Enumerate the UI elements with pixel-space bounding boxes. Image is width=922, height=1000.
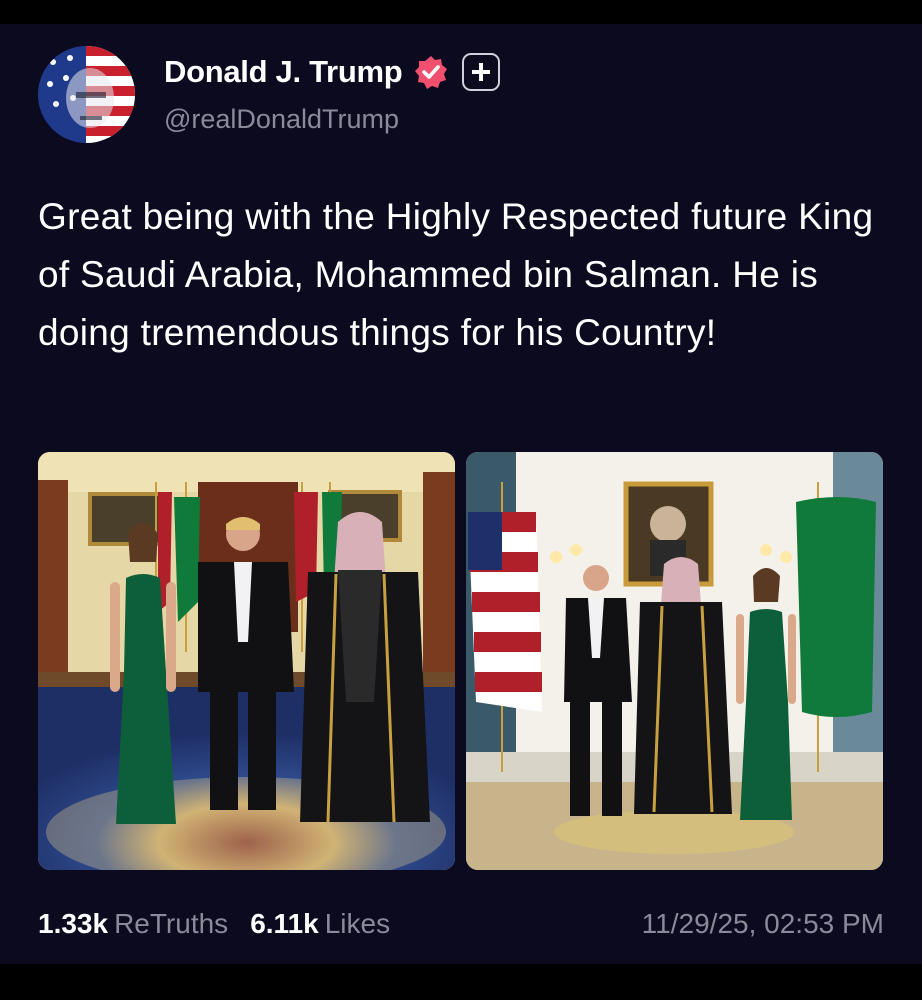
author-name[interactable]: Donald J. Trump: [164, 54, 403, 90]
likes-label[interactable]: Likes: [325, 908, 390, 940]
post-timestamp[interactable]: 11/29/25, 02:53 PM: [642, 908, 884, 940]
retruths-label[interactable]: ReTruths: [114, 908, 228, 940]
post-photo-2[interactable]: [466, 452, 883, 870]
follow-button[interactable]: [462, 53, 501, 91]
author-row: Donald J. Trump: [164, 52, 501, 92]
post-stats: 1.33k ReTruths 6.11k Likes: [38, 908, 412, 940]
retruths-count[interactable]: 1.33k: [38, 908, 108, 940]
plus-icon: [472, 63, 491, 81]
post-text: Great being with the Highly Respected fu…: [38, 196, 874, 353]
author-handle[interactable]: @realDonaldTrump: [164, 104, 399, 135]
verified-badge-icon: [415, 56, 448, 89]
avatar[interactable]: [38, 46, 135, 143]
likes-count[interactable]: 6.11k: [250, 908, 319, 940]
post-photo-1[interactable]: [38, 452, 455, 870]
post-card: Donald J. Trump @realDonaldTrump Great b…: [0, 24, 922, 964]
